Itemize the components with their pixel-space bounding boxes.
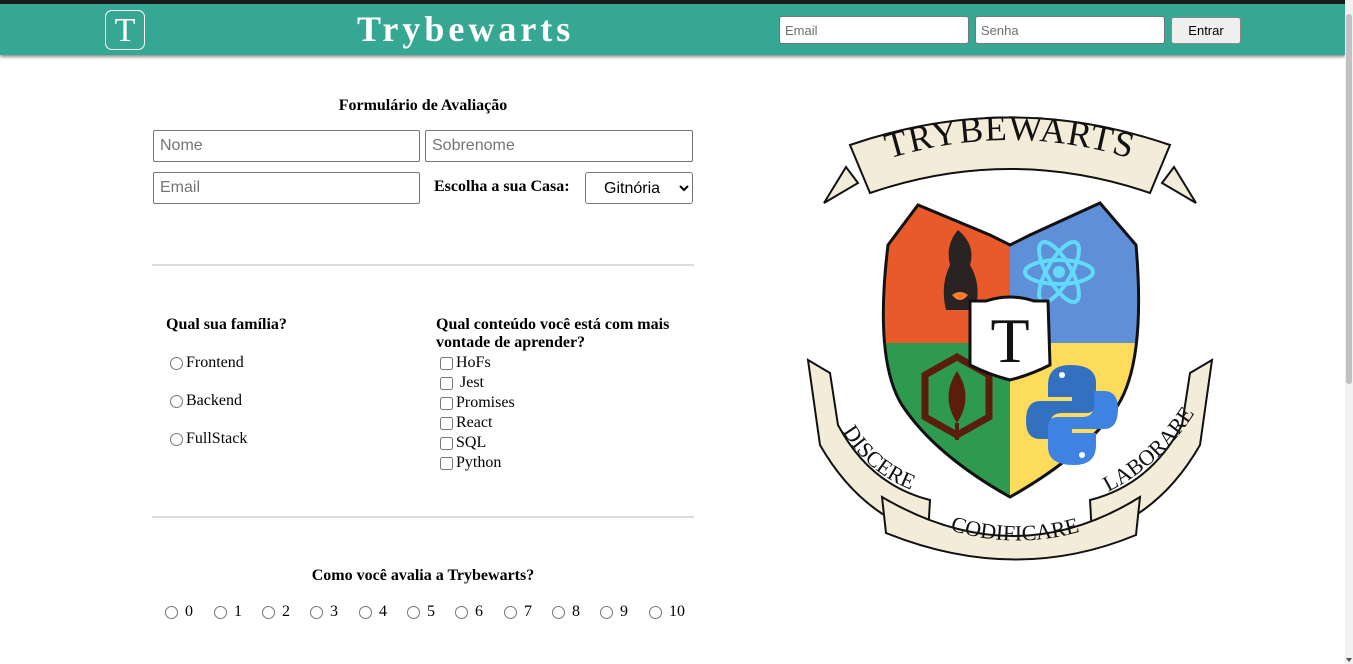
family-option-label: Backend — [186, 392, 242, 409]
section-divider — [152, 516, 694, 518]
center-t-badge: T — [968, 295, 1052, 382]
section-divider — [152, 264, 694, 266]
family-radio-backend[interactable] — [170, 394, 183, 408]
rating-label: 3 — [330, 603, 338, 620]
rating-question: Como você avalia a Trybewarts? — [311, 567, 535, 584]
page-scrollbar[interactable] — [1345, 0, 1353, 664]
rating-radio[interactable] — [504, 605, 517, 619]
family-radio-fullstack[interactable] — [170, 432, 183, 446]
rating-label: 2 — [282, 603, 290, 620]
rating-radio[interactable] — [455, 605, 468, 619]
scrollbar-thumb[interactable] — [1346, 14, 1352, 384]
rating-option-3[interactable]: 3 — [310, 603, 338, 621]
trybewarts-crest: TRYBEWARTS DISCERE CODIFICARE LABORARE T — [806, 108, 1214, 561]
rating-label: 4 — [379, 603, 387, 620]
rating-option-8[interactable]: 8 — [552, 603, 580, 621]
rating-radio[interactable] — [359, 605, 372, 619]
family-option-label: Frontend — [186, 354, 244, 371]
family-question: Qual sua família? — [166, 316, 287, 333]
login-button[interactable]: Entrar — [1171, 17, 1241, 44]
rating-option-4[interactable]: 4 — [359, 603, 387, 621]
content-checkbox-hofs[interactable] — [440, 356, 453, 370]
house-label: Escolha a sua Casa: — [434, 178, 570, 195]
content-option-react[interactable]: React — [440, 414, 492, 432]
family-option-label: FullStack — [186, 430, 248, 447]
scroll-down-arrow-icon[interactable] — [1346, 658, 1352, 662]
top-banner: TRYBEWARTS — [823, 108, 1197, 204]
house-select[interactable]: Gitnória — [585, 172, 693, 204]
rating-radio[interactable] — [649, 605, 662, 619]
content-checkbox-promises[interactable] — [440, 396, 453, 410]
form-title: Formulário de Avaliação — [338, 97, 508, 114]
rating-label: 8 — [572, 603, 580, 620]
rating-option-0[interactable]: 0 — [165, 603, 193, 621]
content-option-sql[interactable]: SQL — [440, 434, 486, 452]
content-option-label: Python — [456, 454, 502, 471]
site-title: Trybewarts — [357, 9, 575, 49]
rating-option-5[interactable]: 5 — [407, 603, 435, 621]
content-option-label: Jest — [460, 374, 484, 391]
content-checkbox-react[interactable] — [440, 416, 453, 430]
rating-option-6[interactable]: 6 — [455, 603, 483, 621]
family-option-frontend[interactable]: Frontend — [170, 354, 244, 372]
content-option-hofs[interactable]: HoFs — [440, 354, 491, 372]
trybewarts-logo: T — [105, 10, 145, 50]
rating-label: 9 — [620, 603, 628, 620]
content-option-jest[interactable]: Jest — [440, 374, 484, 392]
family-radio-frontend[interactable] — [170, 356, 183, 370]
rating-label: 5 — [427, 603, 435, 620]
rating-radio[interactable] — [310, 605, 323, 619]
rating-option-1[interactable]: 1 — [214, 603, 242, 621]
family-option-backend[interactable]: Backend — [170, 392, 242, 410]
rating-option-10[interactable]: 10 — [649, 603, 685, 621]
rating-radio[interactable] — [262, 605, 275, 619]
rating-option-2[interactable]: 2 — [262, 603, 290, 621]
content-question: Qual conteúdo você está com mais vontade… — [436, 316, 670, 351]
rating-label: 0 — [185, 603, 193, 620]
rating-label: 10 — [669, 603, 685, 620]
last-name-input[interactable] — [425, 130, 693, 162]
content-checkbox-sql[interactable] — [440, 436, 453, 450]
rating-radio[interactable] — [600, 605, 613, 619]
center-t-letter: T — [990, 305, 1029, 376]
rating-label: 7 — [524, 603, 532, 620]
content-option-label: SQL — [456, 434, 487, 451]
rating-radio[interactable] — [214, 605, 227, 619]
login-email-input[interactable] — [779, 16, 969, 44]
login-password-input[interactable] — [975, 16, 1165, 44]
form-email-input[interactable] — [153, 172, 420, 204]
content-option-promises[interactable]: Promises — [440, 394, 515, 412]
site-header: T Trybewarts Entrar — [0, 4, 1345, 55]
content-option-label: React — [456, 414, 493, 431]
rating-label: 6 — [475, 603, 483, 620]
content-checkbox-python[interactable] — [440, 456, 453, 470]
content-checkbox-jest[interactable] — [440, 376, 453, 390]
family-option-fullstack[interactable]: FullStack — [170, 430, 247, 448]
rating-label: 1 — [234, 603, 242, 620]
rating-radio[interactable] — [407, 605, 420, 619]
content-option-label: HoFs — [456, 354, 491, 371]
rating-radio[interactable] — [552, 605, 565, 619]
content-option-label: Promises — [456, 394, 515, 411]
rating-radio[interactable] — [165, 605, 178, 619]
first-name-input[interactable] — [153, 130, 420, 162]
rating-option-7[interactable]: 7 — [504, 603, 532, 621]
content-option-python[interactable]: Python — [440, 454, 501, 472]
rating-option-9[interactable]: 9 — [600, 603, 628, 621]
